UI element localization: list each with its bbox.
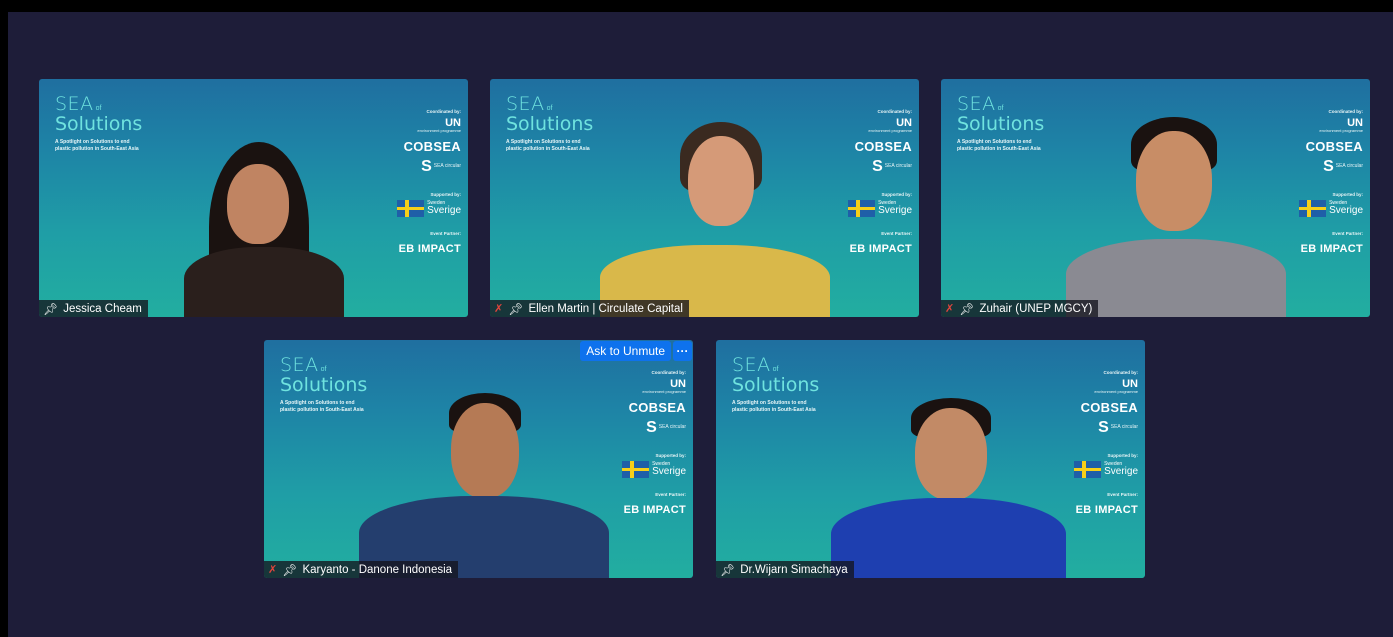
participant-nametag: ✗ 📌︎ Karyanto - Danone Indonesia	[264, 561, 459, 578]
sea-of-solutions-logo: SEA of Solutions	[957, 93, 1045, 135]
video-tile-ellen-martin[interactable]: SEA of Solutions A Spotlight on Solutions…	[490, 79, 919, 317]
participant-nametag: ✗ 📌︎ Zuhair (UNEP MGCY)	[941, 300, 1099, 317]
sweden-flag-icon	[622, 460, 650, 478]
event-tagline: A Spotlight on Solutions to end plastic …	[55, 139, 139, 152]
pin-icon[interactable]: 📌︎	[43, 302, 58, 316]
participant-name: Jessica Cheam	[63, 302, 142, 315]
partner-logos: Coordinated by: UN environment programme…	[848, 109, 912, 255]
video-tile-jessica-cheam[interactable]: SEA of Solutions A Spotlight on Solutions…	[39, 79, 468, 317]
sweden-flag-icon	[848, 199, 876, 217]
participant-video	[179, 142, 349, 317]
video-tile-karyanto[interactable]: SEA of Solutions A Spotlight on Solutions…	[264, 340, 693, 578]
event-tagline: A Spotlight on Solutions to end plastic …	[957, 139, 1041, 152]
ask-to-unmute-button[interactable]: Ask to Unmute	[580, 341, 671, 361]
participant-nametag: 📌︎ Jessica Cheam	[39, 300, 148, 317]
participant-video	[600, 122, 830, 317]
pin-icon[interactable]: 📌︎	[720, 563, 735, 577]
event-tagline: A Spotlight on Solutions to end plastic …	[506, 139, 590, 152]
participant-nametag: 📌︎ Dr.Wijarn Simachaya	[716, 561, 854, 578]
microphone-muted-icon: ✗	[268, 564, 278, 576]
participant-name: Ellen Martin | Circulate Capital	[528, 302, 683, 315]
participant-video	[359, 393, 609, 578]
sea-of-solutions-logo: SEA of Solutions	[280, 354, 368, 396]
sweden-flag-icon	[397, 199, 425, 217]
sea-of-solutions-logo: SEA of Solutions	[732, 354, 820, 396]
video-tile-wijarn-simachaya[interactable]: SEA of Solutions A Spotlight on Solutions…	[716, 340, 1145, 578]
microphone-muted-icon: ✗	[945, 303, 955, 315]
participant-name: Dr.Wijarn Simachaya	[740, 563, 848, 576]
sea-of-solutions-logo: SEA of Solutions	[55, 93, 143, 135]
sweden-flag-icon	[1074, 460, 1102, 478]
event-tagline: A Spotlight on Solutions to end plastic …	[732, 400, 816, 413]
participant-nametag: ✗ 📌︎ Ellen Martin | Circulate Capital	[490, 300, 689, 317]
microphone-muted-icon: ✗	[494, 303, 504, 315]
partner-logos: Coordinated by: UN environment programme…	[1074, 370, 1138, 516]
sweden-flag-icon	[1299, 199, 1327, 217]
more-options-button[interactable]: ···	[673, 341, 692, 361]
partner-logos: Coordinated by: UN environment programme…	[622, 370, 686, 516]
participant-name: Zuhair (UNEP MGCY)	[979, 302, 1093, 315]
sea-of-solutions-logo: SEA of Solutions	[506, 93, 594, 135]
event-tagline: A Spotlight on Solutions to end plastic …	[280, 400, 364, 413]
video-gallery-window: SEA of Solutions A Spotlight on Solutions…	[8, 12, 1393, 637]
participant-video	[1066, 117, 1286, 317]
participant-name: Karyanto - Danone Indonesia	[302, 563, 453, 576]
video-tile-zuhair[interactable]: SEA of Solutions A Spotlight on Solutions…	[941, 79, 1370, 317]
partner-logos: Coordinated by: UN environment programme…	[397, 109, 461, 255]
partner-logos: Coordinated by: UN environment programme…	[1299, 109, 1363, 255]
pin-icon[interactable]: 📌︎	[282, 563, 297, 577]
pin-icon[interactable]: 📌︎	[508, 302, 523, 316]
pin-icon[interactable]: 📌︎	[959, 302, 974, 316]
participant-video	[831, 398, 1066, 578]
